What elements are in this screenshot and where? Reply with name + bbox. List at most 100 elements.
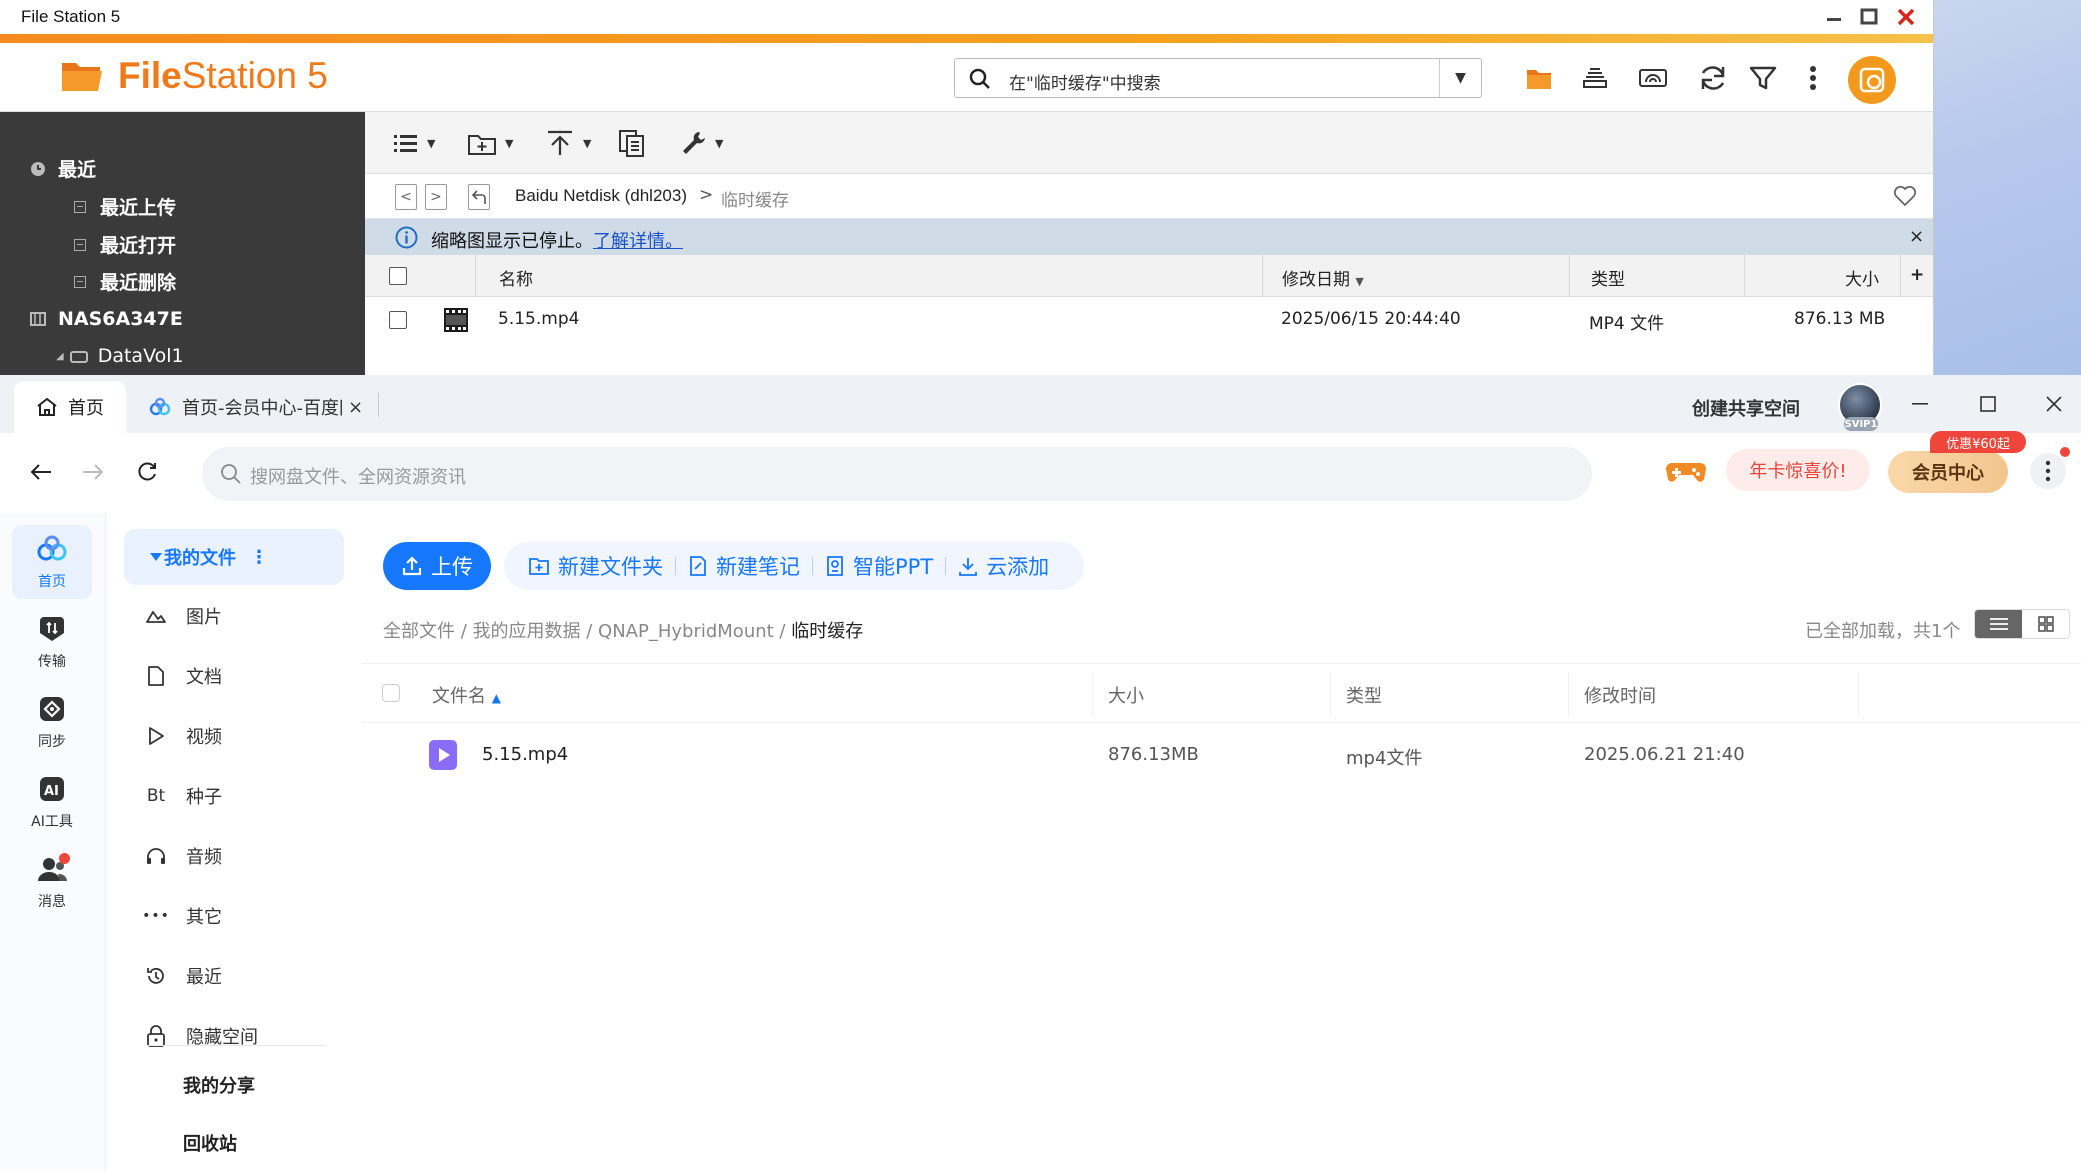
search-icon bbox=[221, 464, 241, 484]
nav-item-other[interactable]: ••• 其它 bbox=[142, 896, 222, 936]
back-button[interactable]: < bbox=[395, 184, 417, 210]
forward-button[interactable]: > bbox=[425, 184, 447, 210]
tree-item-recent[interactable]: 最近 bbox=[30, 155, 96, 182]
maximize-button[interactable] bbox=[1855, 4, 1883, 30]
new-note-button[interactable]: 新建笔记 bbox=[676, 551, 812, 581]
search-box[interactable]: 在"临时缓存"中搜索 ▼ bbox=[954, 58, 1482, 98]
tree-item-volume[interactable]: ◢ DataVol1 bbox=[56, 345, 184, 367]
video-file-icon bbox=[429, 740, 457, 770]
rail-label: 消息 bbox=[38, 894, 66, 910]
column-header-type[interactable]: 类型 bbox=[1591, 265, 1625, 290]
navigation-bar: 搜网盘文件、全网资源资讯 年卡惊喜价! 会员中心 优惠¥60起 bbox=[0, 431, 2081, 513]
minimize-button[interactable] bbox=[1900, 387, 1940, 421]
vip-center-button[interactable]: 会员中心 bbox=[1888, 451, 2008, 493]
nav-item-hidden-space[interactable]: 隐藏空间 bbox=[147, 1016, 258, 1056]
nav-item-torrents[interactable]: Bt 种子 bbox=[147, 776, 222, 816]
tree-item-recent-upload[interactable]: 最近上传 bbox=[74, 193, 176, 220]
more-menu-button[interactable] bbox=[2030, 453, 2066, 489]
search-options-dropdown[interactable]: ▼ bbox=[1439, 59, 1481, 97]
storage-stack-icon[interactable] bbox=[1578, 61, 1612, 95]
nas-server-icon bbox=[30, 312, 46, 326]
rail-item-messages[interactable]: 消息 bbox=[12, 845, 92, 919]
list-view-button[interactable] bbox=[1975, 610, 2022, 638]
tab-home[interactable]: 首页 bbox=[14, 381, 126, 433]
column-header-size[interactable]: 大小 bbox=[1845, 265, 1879, 290]
select-all-checkbox[interactable] bbox=[389, 267, 407, 285]
select-all-checkbox[interactable] bbox=[382, 684, 400, 702]
remote-mount-icon[interactable] bbox=[1636, 61, 1670, 95]
column-header-name[interactable]: 名称 bbox=[499, 265, 533, 290]
cloud-add-button[interactable]: 云添加 bbox=[946, 551, 1061, 581]
rail-item-transfer[interactable]: 传输 bbox=[12, 605, 92, 679]
nav-my-share[interactable]: 我的分享 bbox=[183, 1072, 255, 1098]
tab-member-center[interactable]: 首页-会员中心-百度网盘 × bbox=[130, 381, 370, 433]
forward-button[interactable] bbox=[76, 455, 110, 489]
upload-button[interactable]: 上传 bbox=[383, 542, 491, 590]
nav-item-documents[interactable]: 文档 bbox=[148, 656, 222, 696]
folder-icon[interactable] bbox=[1522, 61, 1556, 95]
smart-ppt-button[interactable]: 智能PPT bbox=[813, 551, 945, 581]
title-bar[interactable]: File Station 5 bbox=[0, 0, 1933, 34]
nav-item-audio[interactable]: 音频 bbox=[147, 836, 222, 876]
tree-item-recent-opened[interactable]: 最近打开 bbox=[74, 231, 176, 258]
close-button[interactable] bbox=[1892, 4, 1920, 30]
search-input[interactable]: 在"临时缓存"中搜索 bbox=[1009, 69, 1161, 94]
breadcrumb-item[interactable]: 全部文件 bbox=[383, 621, 455, 642]
add-column-button[interactable]: + bbox=[1910, 265, 1924, 285]
learn-more-link[interactable]: 了解详情。 bbox=[593, 231, 683, 252]
breadcrumb-item[interactable]: 我的应用数据 bbox=[473, 621, 581, 642]
nav-item-videos[interactable]: 视频 bbox=[149, 716, 222, 756]
tree-item-nas[interactable]: NAS6A347E bbox=[30, 308, 183, 330]
more-menu-icon[interactable] bbox=[1796, 61, 1830, 95]
transfer-icon bbox=[40, 617, 64, 641]
minimize-button[interactable] bbox=[1820, 4, 1848, 30]
svg-text:AI: AI bbox=[44, 784, 59, 799]
annual-promo-button[interactable]: 年卡惊喜价! bbox=[1726, 449, 1870, 491]
column-header-type[interactable]: 类型 bbox=[1346, 682, 1382, 708]
breadcrumb-source[interactable]: Baidu Netdisk (dhl203) bbox=[515, 186, 687, 206]
column-header-size[interactable]: 大小 bbox=[1108, 682, 1144, 708]
new-folder-button[interactable]: 新建文件夹 bbox=[516, 551, 675, 581]
create-share-space-button[interactable]: 创建共享空间 bbox=[1692, 395, 1800, 421]
file-category-nav: 我的文件 ⋮ 图片 文档 视频 Bt 种子 音频 ••• 其它 最近 隐藏空间 … bbox=[106, 513, 362, 1171]
breadcrumb-item[interactable]: QNAP_HybridMount bbox=[598, 621, 774, 642]
rail-item-ai-tools[interactable]: AI AI工具 bbox=[12, 765, 92, 839]
row-checkbox[interactable] bbox=[389, 311, 407, 329]
search-box[interactable]: 搜网盘文件、全网资源资讯 bbox=[202, 447, 1592, 501]
my-files-section[interactable]: 我的文件 ⋮ bbox=[124, 529, 344, 585]
copy-button[interactable] bbox=[617, 126, 647, 160]
close-button[interactable] bbox=[2034, 387, 2074, 421]
tree-item-recent-deleted[interactable]: 最近删除 bbox=[74, 268, 176, 295]
vertical-dots-icon[interactable]: ⋮ bbox=[250, 547, 268, 568]
parent-folder-button[interactable] bbox=[468, 184, 490, 210]
tools-button[interactable]: ▼ bbox=[679, 126, 723, 160]
grid-view-button[interactable] bbox=[2022, 610, 2069, 638]
search-input[interactable]: 搜网盘文件、全网资源资讯 bbox=[250, 463, 466, 489]
back-button[interactable] bbox=[24, 455, 58, 489]
column-header-modified[interactable]: 修改日期 ▼ bbox=[1282, 265, 1364, 290]
nav-recycle-bin[interactable]: 回收站 bbox=[183, 1130, 237, 1156]
notice-close-button[interactable]: × bbox=[1909, 226, 1924, 247]
rail-item-home[interactable]: 首页 bbox=[12, 525, 92, 599]
upload-button[interactable]: ▼ bbox=[545, 126, 591, 160]
favorite-heart-icon[interactable] bbox=[1893, 185, 1917, 207]
filter-icon[interactable] bbox=[1746, 61, 1780, 95]
table-row[interactable]: 5.15.mp4 876.13MB mp4文件 2025.06.21 21:40 bbox=[362, 723, 2081, 787]
view-mode-button[interactable]: ▼ bbox=[393, 126, 435, 160]
nav-item-images[interactable]: 图片 bbox=[146, 596, 222, 636]
file-name[interactable]: 5.15.mp4 bbox=[482, 744, 568, 765]
column-header-name[interactable]: 文件名 ▲ bbox=[432, 682, 501, 708]
refresh-button[interactable] bbox=[130, 455, 164, 489]
expand-triangle-icon[interactable]: ◢ bbox=[56, 351, 64, 362]
gamepad-icon[interactable] bbox=[1664, 449, 1708, 493]
qnap-user-avatar[interactable] bbox=[1848, 56, 1896, 104]
refresh-icon[interactable] bbox=[1696, 61, 1730, 95]
new-folder-button[interactable]: ▼ bbox=[467, 126, 513, 160]
maximize-button[interactable] bbox=[1968, 387, 2008, 421]
nav-item-recent[interactable]: 最近 bbox=[147, 956, 222, 996]
tab-close-icon[interactable]: × bbox=[348, 397, 363, 418]
grid-view-icon bbox=[2037, 616, 2054, 632]
rail-item-sync[interactable]: 同步 bbox=[12, 685, 92, 759]
table-row[interactable]: 5.15.mp4 2025/06/15 20:44:40 MP4 文件 876.… bbox=[365, 297, 1933, 343]
column-header-modified[interactable]: 修改时间 bbox=[1584, 682, 1656, 708]
